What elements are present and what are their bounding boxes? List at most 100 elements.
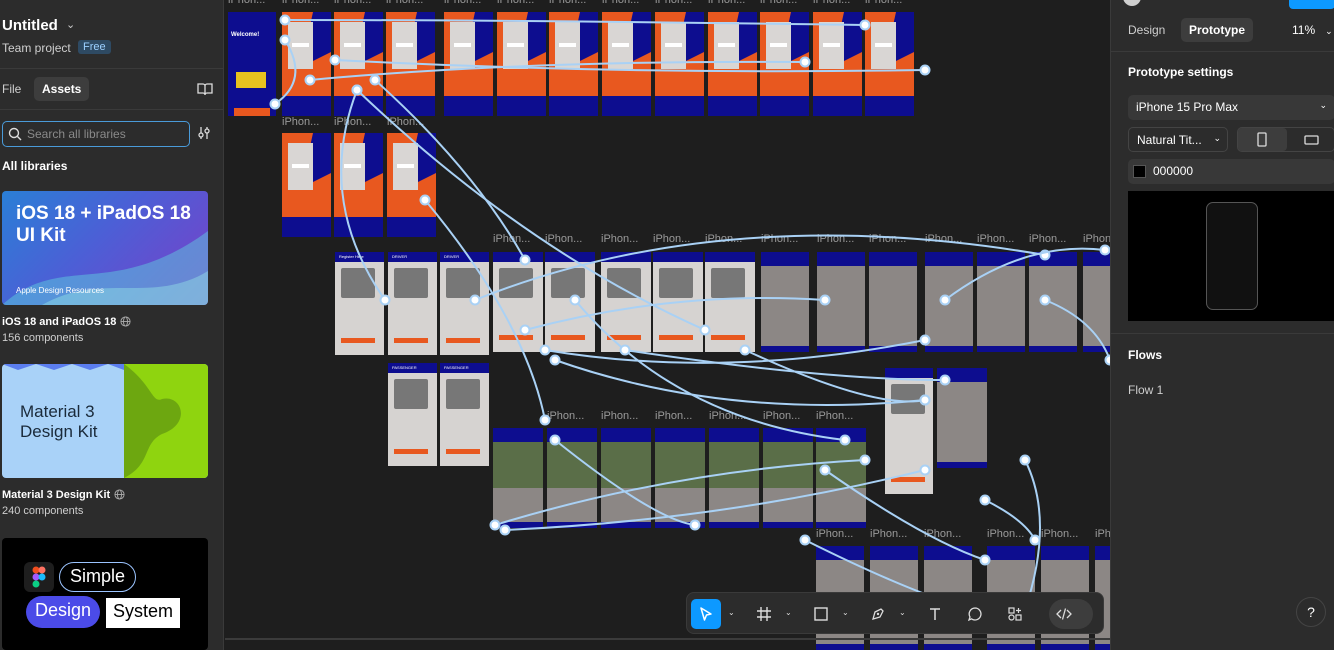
frame-label[interactable]: iPhon... bbox=[497, 0, 534, 6]
background-color-swatch[interactable] bbox=[1133, 165, 1146, 178]
iphone-frame[interactable]: DRIVER bbox=[440, 252, 489, 355]
move-tool-icon[interactable] bbox=[691, 599, 721, 629]
iphone-frame[interactable]: DRIVER bbox=[388, 252, 437, 355]
frame-label[interactable]: iPhon... bbox=[1083, 233, 1110, 245]
connection-line[interactable] bbox=[554, 359, 926, 406]
design-canvas[interactable]: iPhon... Welcome! iPhon... iPhon... iPhon...… bbox=[225, 0, 1110, 650]
iphone-frame[interactable] bbox=[760, 12, 809, 116]
iphone-frame[interactable] bbox=[602, 12, 651, 116]
frame-label[interactable]: iPhon... bbox=[282, 0, 319, 6]
frame-label[interactable]: iPhon... bbox=[987, 528, 1024, 540]
iphone-frame[interactable] bbox=[865, 12, 914, 116]
frame-label[interactable]: iPhon... bbox=[709, 410, 746, 422]
iphone-frame[interactable]: PASSENGER bbox=[388, 363, 437, 466]
chevron-down-icon[interactable]: ⌄ bbox=[728, 608, 735, 617]
frame-label[interactable]: iPhon... bbox=[655, 410, 692, 422]
chevron-down-icon[interactable]: ⌄ bbox=[842, 608, 849, 617]
search-input[interactable] bbox=[25, 126, 185, 142]
library-card-simple-design-system[interactable]: Simple Design System bbox=[2, 538, 208, 650]
frame-label[interactable]: iPhon... bbox=[816, 528, 853, 540]
share-button[interactable] bbox=[1289, 0, 1334, 9]
iphone-frame[interactable] bbox=[282, 133, 331, 237]
iphone-frame[interactable] bbox=[493, 428, 543, 528]
iphone-frame[interactable] bbox=[493, 252, 543, 352]
iphone-frame[interactable] bbox=[497, 12, 546, 116]
actions-tool-icon[interactable] bbox=[1000, 599, 1030, 629]
iphone-frame[interactable] bbox=[977, 252, 1025, 352]
frame-label[interactable]: iPhon... bbox=[1029, 233, 1066, 245]
text-tool-icon[interactable] bbox=[920, 599, 950, 629]
chevron-down-icon[interactable]: ⌄ bbox=[66, 18, 75, 31]
iphone-frame[interactable] bbox=[655, 428, 705, 528]
iphone-frame[interactable] bbox=[705, 252, 755, 352]
search-box[interactable] bbox=[2, 121, 190, 147]
library-card-ios[interactable]: iOS 18 + iPadOS 18 UI Kit Apple Design R… bbox=[2, 191, 208, 305]
iphone-frame[interactable] bbox=[885, 368, 933, 494]
chevron-down-icon[interactable]: ⌄ bbox=[899, 608, 906, 617]
frame-label[interactable]: iPhon... bbox=[493, 233, 530, 245]
frame-label[interactable]: iPhon... bbox=[763, 410, 800, 422]
connection-handle[interactable] bbox=[1029, 534, 1041, 546]
frame-label[interactable]: iPhon... bbox=[1095, 528, 1110, 540]
frame-label[interactable]: iPhon... bbox=[334, 0, 371, 6]
avatar[interactable] bbox=[1123, 0, 1141, 6]
iphone-frame[interactable] bbox=[549, 12, 598, 116]
iphone-frame[interactable] bbox=[601, 252, 651, 352]
iphone-frame[interactable] bbox=[444, 12, 493, 116]
frame-label[interactable]: iPhon... bbox=[977, 233, 1014, 245]
frame-label[interactable]: iPhon... bbox=[653, 233, 690, 245]
iphone-frame[interactable] bbox=[386, 12, 435, 116]
tab-file[interactable]: File bbox=[2, 82, 21, 96]
frame-label[interactable]: iPhon... bbox=[708, 0, 745, 6]
tab-prototype[interactable]: Prototype bbox=[1181, 18, 1254, 42]
filter-icon[interactable] bbox=[197, 126, 211, 145]
project-title[interactable]: Untitled bbox=[2, 17, 58, 34]
frame-label[interactable]: iPhon... bbox=[760, 0, 797, 6]
frame-label[interactable]: iPhon... bbox=[655, 0, 692, 6]
frame-label[interactable]: iPhon... bbox=[549, 0, 586, 6]
iphone-frame[interactable] bbox=[817, 252, 865, 352]
connection-handle[interactable] bbox=[979, 494, 991, 506]
iphone-frame[interactable] bbox=[655, 12, 704, 116]
iphone-frame[interactable] bbox=[708, 12, 757, 116]
pen-tool-icon[interactable] bbox=[863, 599, 893, 629]
frame-label[interactable]: iPhon... bbox=[334, 116, 371, 128]
frame-label[interactable]: iPhon... bbox=[601, 233, 638, 245]
frame-label[interactable]: iPhon... bbox=[761, 233, 798, 245]
frame-label[interactable]: iPhon... bbox=[228, 0, 265, 6]
frame-label[interactable]: iPhon... bbox=[444, 0, 481, 6]
connection-handle[interactable] bbox=[1019, 454, 1031, 466]
frame-label[interactable]: iPhon... bbox=[817, 233, 854, 245]
connection-handle[interactable] bbox=[799, 534, 811, 546]
frame-label[interactable]: iPhon... bbox=[1041, 528, 1078, 540]
background-hex[interactable]: 000000 bbox=[1153, 164, 1193, 178]
frame-label[interactable]: iPhon... bbox=[925, 233, 962, 245]
iphone-frame[interactable] bbox=[545, 252, 595, 352]
rectangle-tool-icon[interactable] bbox=[806, 599, 836, 629]
iphone-frame[interactable] bbox=[334, 12, 383, 116]
iphone-frame[interactable] bbox=[869, 252, 917, 352]
iphone-frame[interactable] bbox=[547, 428, 597, 528]
iphone-frame[interactable] bbox=[816, 428, 866, 528]
horizontal-scrollbar[interactable] bbox=[225, 638, 1110, 640]
iphone-frame[interactable] bbox=[1029, 252, 1077, 352]
iphone-frame[interactable]: Register Here bbox=[335, 252, 384, 355]
iphone-frame[interactable]: Welcome! bbox=[228, 12, 276, 116]
connection-handle[interactable] bbox=[549, 354, 561, 366]
frame-label[interactable]: iPhon... bbox=[705, 233, 742, 245]
frame-label[interactable]: iPhon... bbox=[387, 116, 424, 128]
iphone-frame[interactable] bbox=[937, 368, 987, 468]
iphone-frame[interactable]: PASSENGER bbox=[440, 363, 489, 466]
library-card-material[interactable]: Material 3 Design Kit bbox=[2, 364, 208, 478]
frame-label[interactable]: iPhon... bbox=[924, 528, 961, 540]
help-button[interactable]: ? bbox=[1296, 597, 1326, 627]
iphone-frame[interactable] bbox=[813, 12, 862, 116]
dev-mode-toggle[interactable] bbox=[1049, 599, 1093, 629]
frame-tool-icon[interactable] bbox=[749, 599, 779, 629]
iphone-frame[interactable] bbox=[709, 428, 759, 528]
iphone-frame[interactable] bbox=[761, 252, 809, 352]
frame-label[interactable]: iPhon... bbox=[816, 410, 853, 422]
iphone-frame[interactable] bbox=[763, 428, 813, 528]
frame-label[interactable]: iPhon... bbox=[386, 0, 423, 6]
library-book-icon[interactable] bbox=[197, 82, 213, 101]
